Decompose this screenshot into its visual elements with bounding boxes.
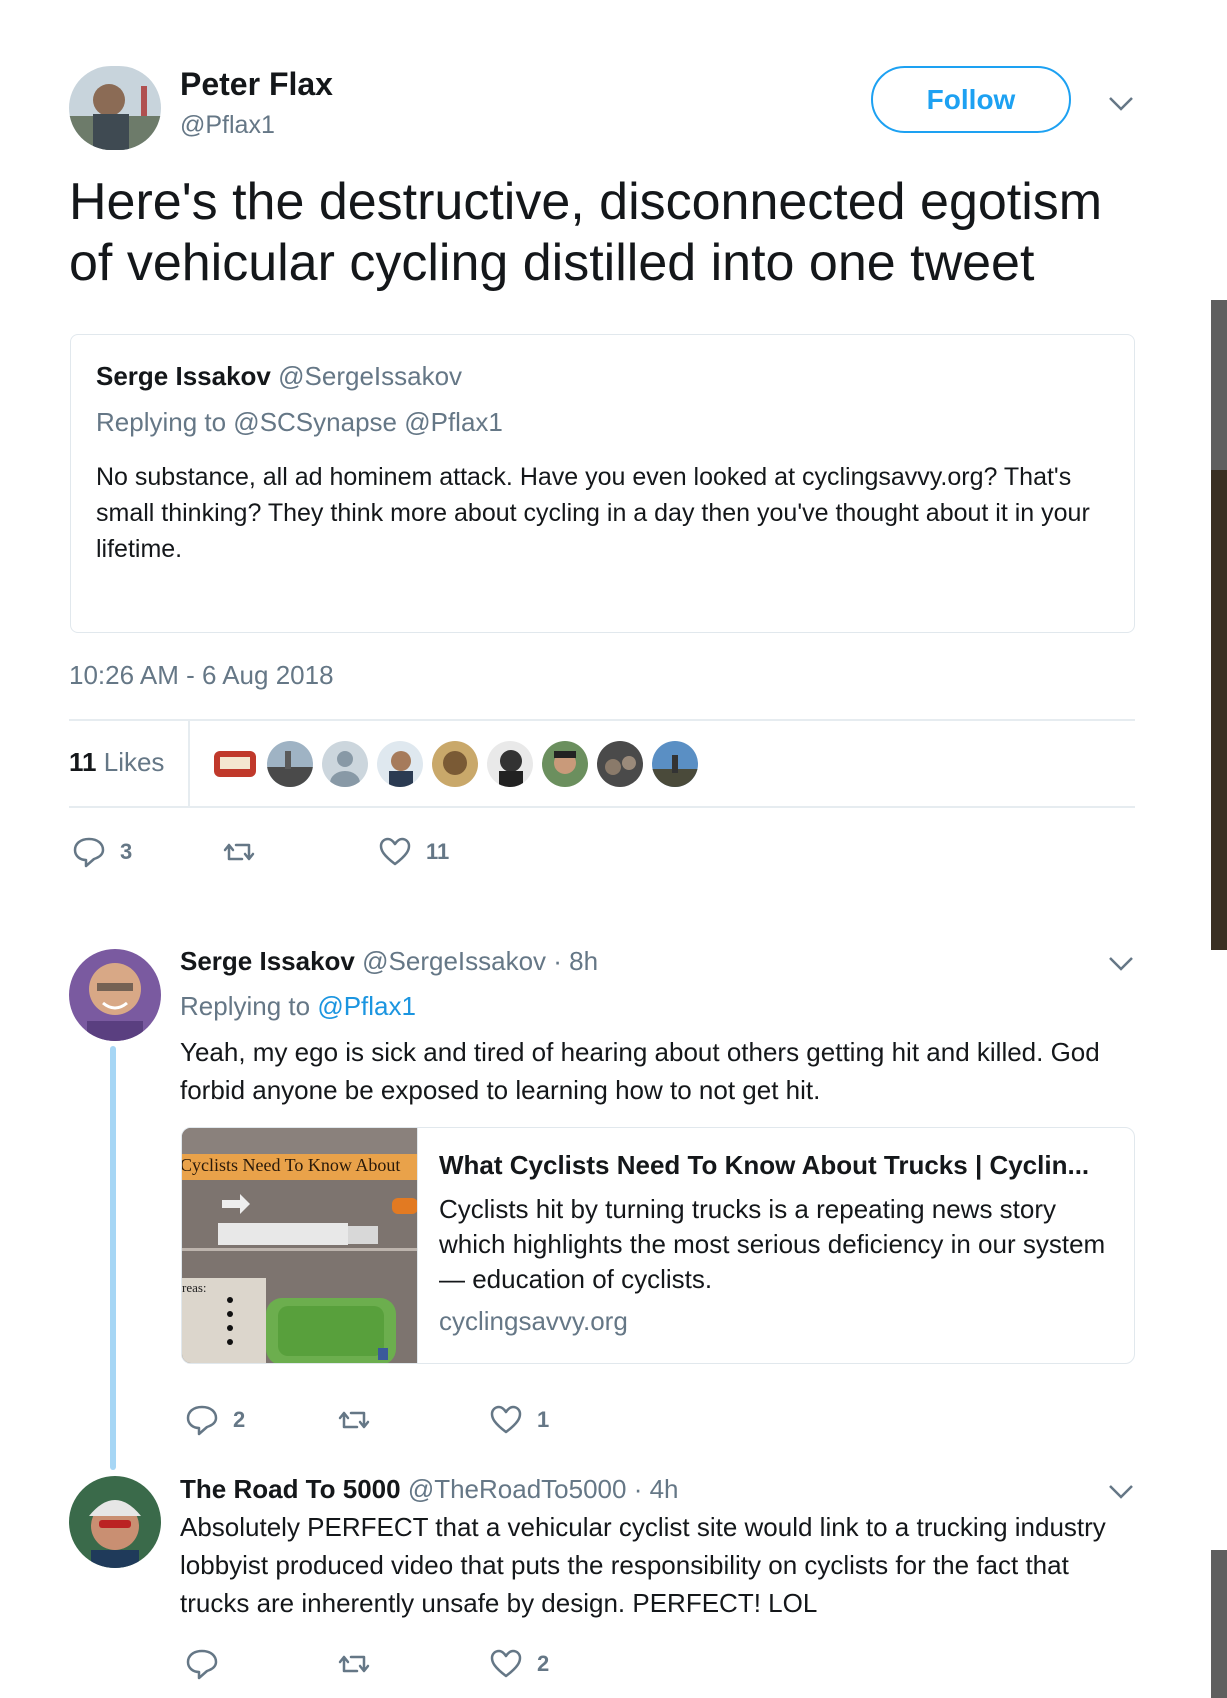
retweet-icon <box>338 1411 370 1429</box>
likes-label: Likes <box>103 747 165 777</box>
likes-number: 11 <box>69 747 97 777</box>
reply-text: Yeah, my ego is sick and tired of hearin… <box>180 1037 1100 1105</box>
link-card-image-label: reas: <box>182 1280 207 1295</box>
retweet-action[interactable] <box>222 835 256 869</box>
reply-header: Serge Issakov @SergeIssakov · 8h <box>180 946 598 977</box>
divider <box>69 806 1135 808</box>
liker-avatar[interactable] <box>267 741 313 787</box>
chevron-down-icon[interactable] <box>1107 1483 1135 1501</box>
heart-icon <box>379 837 411 866</box>
like-action[interactable]: 1 <box>489 1403 549 1437</box>
divider <box>188 720 190 806</box>
like-action[interactable]: 11 <box>378 835 449 869</box>
link-card-image: Cyclists Need To Know About reas: <box>182 1128 418 1363</box>
like-count: 1 <box>537 1407 550 1432</box>
liker-avatar[interactable] <box>212 741 258 787</box>
retweet-action[interactable] <box>337 1403 371 1437</box>
liker-avatar[interactable] <box>597 741 643 787</box>
reply-text: Absolutely PERFECT that a vehicular cycl… <box>180 1512 1106 1618</box>
link-card-title: What Cyclists Need To Know About Trucks … <box>439 1150 1090 1180</box>
link-card-description: Cyclists hit by turning trucks is a repe… <box>439 1194 1106 1294</box>
replying-to: Replying to @Pflax1 <box>180 991 416 1022</box>
quoted-replying-to: Replying to @SCSynapse @Pflax1 <box>96 407 503 437</box>
retweet-icon <box>338 1655 370 1673</box>
reply-avatar[interactable] <box>69 1476 161 1568</box>
chevron-down-icon[interactable] <box>1107 95 1135 113</box>
liker-avatar[interactable] <box>542 741 588 787</box>
link-card-domain: cyclingsavvy.org <box>439 1306 628 1336</box>
reply-author-name[interactable]: The Road To 5000 <box>180 1474 401 1504</box>
author-name[interactable]: Peter Flax <box>180 66 333 103</box>
heart-icon <box>490 1649 522 1678</box>
reply-time[interactable]: · 4h <box>634 1474 679 1504</box>
reply-header: The Road To 5000 @TheRoadTo5000 · 4h <box>180 1474 679 1505</box>
replying-to-label: Replying to <box>180 991 318 1021</box>
reply-action[interactable]: 2 <box>185 1403 245 1437</box>
reply-avatar[interactable] <box>69 949 161 1041</box>
chevron-down-icon[interactable] <box>1107 955 1135 973</box>
reply-count: 3 <box>120 839 133 864</box>
retweet-action[interactable] <box>337 1647 371 1681</box>
tweet-text: Here's the destructive, disconnected ego… <box>69 173 1103 292</box>
divider <box>69 719 1135 721</box>
likes-count[interactable]: 11 Likes <box>69 747 164 778</box>
link-card-image-caption: Cyclists Need To Know About <box>182 1155 401 1175</box>
quoted-author-name: Serge Issakov <box>96 361 271 391</box>
reply-count: 2 <box>233 1407 246 1432</box>
tweet-timestamp[interactable]: 10:26 AM - 6 Aug 2018 <box>69 660 334 691</box>
liker-avatar[interactable] <box>652 741 698 787</box>
reply-author-handle[interactable]: @TheRoadTo5000 <box>408 1474 627 1504</box>
author-avatar[interactable] <box>69 66 161 150</box>
quoted-tweet-text: No substance, all ad hominem attack. Hav… <box>96 463 1090 563</box>
author-handle[interactable]: @Pflax1 <box>180 111 275 140</box>
liker-avatar[interactable] <box>322 741 368 787</box>
adjacent-panel-edge <box>1211 0 1227 1698</box>
reply-author-name[interactable]: Serge Issakov <box>180 946 355 976</box>
heart-icon <box>490 1405 522 1434</box>
reply-icon <box>186 1649 218 1680</box>
reply-author-handle[interactable]: @SergeIssakov <box>362 946 546 976</box>
liker-avatar[interactable] <box>377 741 423 787</box>
follow-button[interactable]: Follow <box>871 66 1071 133</box>
like-count: 2 <box>537 1651 550 1676</box>
reply-time[interactable]: · 8h <box>553 946 598 976</box>
link-card[interactable]: Cyclists Need To Know About reas: What C… <box>181 1127 1135 1364</box>
quoted-tweet[interactable]: Serge Issakov @SergeIssakov Replying to … <box>70 334 1135 633</box>
reply-icon <box>73 837 105 868</box>
replying-to-handle[interactable]: @Pflax1 <box>317 991 416 1021</box>
retweet-icon <box>223 843 255 861</box>
like-count: 11 <box>426 839 450 864</box>
quoted-tweet-header: Serge Issakov @SergeIssakov <box>96 361 462 392</box>
liker-avatar[interactable] <box>432 741 478 787</box>
reply-action[interactable]: 3 <box>72 835 132 869</box>
reply-action[interactable] <box>185 1647 219 1681</box>
like-action[interactable]: 2 <box>489 1647 549 1681</box>
thread-line <box>110 1046 116 1470</box>
liker-avatar[interactable] <box>487 741 533 787</box>
quoted-author-handle: @SergeIssakov <box>278 361 463 391</box>
reply-icon <box>186 1405 218 1436</box>
